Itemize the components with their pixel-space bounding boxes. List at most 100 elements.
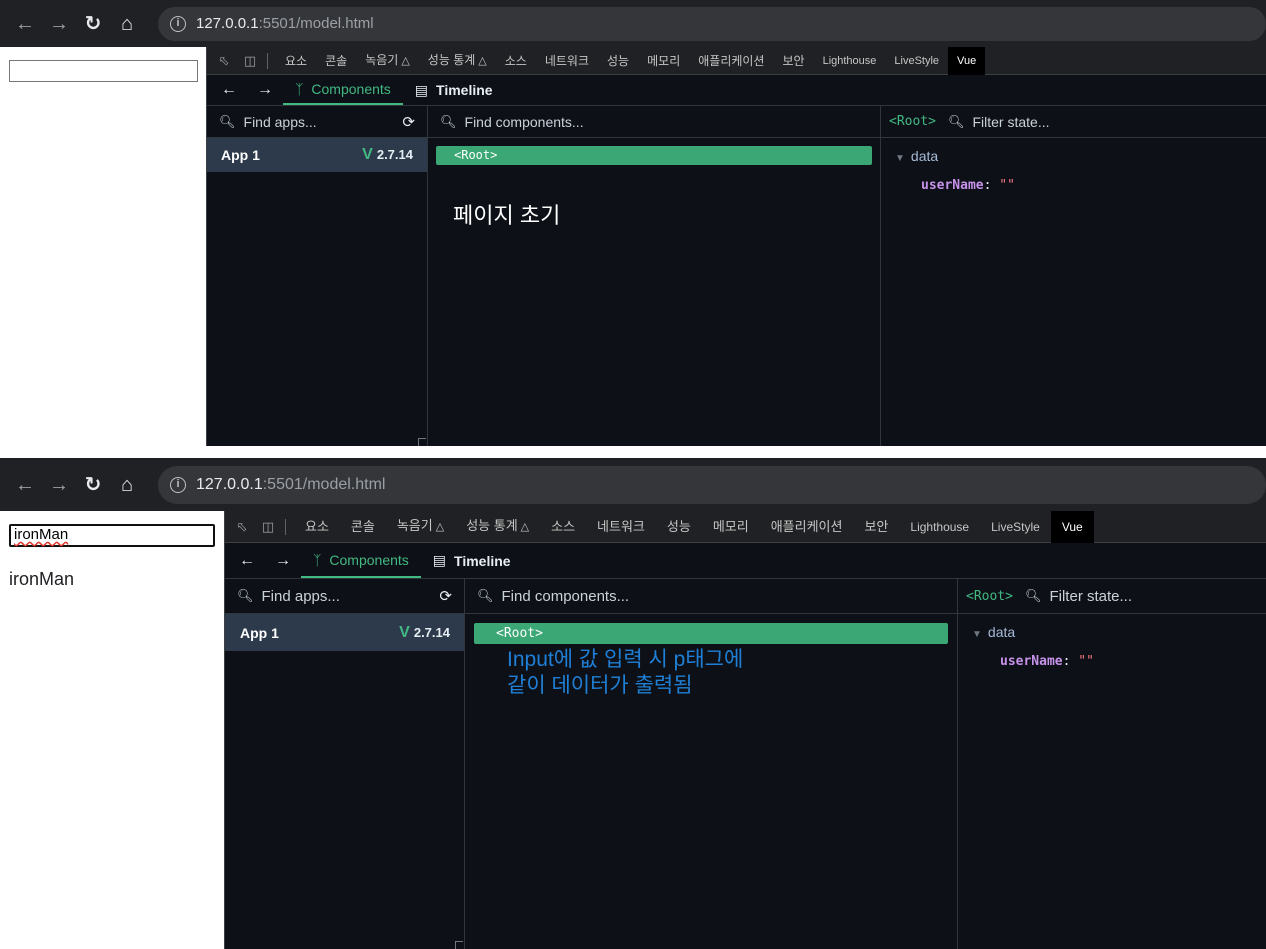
reload-icon[interactable]: ↻ (76, 14, 110, 34)
tab-lighthouse[interactable]: Lighthouse (899, 511, 980, 543)
user-name-input[interactable] (9, 60, 198, 82)
resize-handle[interactable] (418, 438, 426, 446)
home-icon[interactable]: ⌂ (110, 475, 144, 495)
info-icon[interactable]: i (170, 476, 186, 493)
user-name-input[interactable]: ironMan (9, 524, 215, 547)
browser-toolbar: ← → ↻ ⌂ i 127.0.0.1:5501/model.html (0, 0, 1266, 47)
tab-vue[interactable]: Vue (1050, 510, 1094, 543)
tab-memory[interactable]: 메모리 (702, 511, 760, 543)
find-apps-field[interactable]: 🔍︎ Find apps... ⟳ (225, 579, 464, 614)
tab-security[interactable]: 보안 (853, 511, 899, 543)
data-section-header[interactable]: ▼ data (972, 624, 1252, 640)
tab-sources[interactable]: 소스 (540, 511, 586, 543)
tab-recorder-label: 녹음기 (365, 53, 399, 67)
forward-arrow-icon[interactable]: → (247, 81, 283, 99)
vue-tab-components[interactable]: ᛉ Components (283, 75, 403, 105)
flask-icon: △ (520, 521, 530, 533)
tab-sources[interactable]: 소스 (496, 47, 536, 75)
state-pane: <Root> 🔍︎ Filter state... ▼ data userName… (881, 106, 1266, 446)
selected-component-tag: <Root> (966, 588, 1013, 604)
back-arrow-icon[interactable]: ← (229, 552, 265, 570)
root-component-node[interactable]: <Root> (436, 146, 872, 165)
tab-recorder[interactable]: 녹음기 △ (386, 510, 455, 543)
state-prop-row[interactable]: userName: "" (1000, 654, 1252, 669)
find-components-field[interactable]: 🔍︎ Find components... (428, 106, 880, 138)
tab-performance[interactable]: 성능 (598, 47, 638, 75)
find-apps-placeholder: Find apps... (243, 113, 317, 130)
app-version: V 2.7.14 (362, 146, 413, 164)
component-tree-pane: 🔍︎ Find components... <Root> 페이지 초기 (428, 106, 881, 446)
tab-recorder-label: 녹음기 (396, 518, 433, 533)
devtools-tabbar: ⬁ ◫ 요소 콘솔 녹음기 △ 성능 통계 △ 소스 네트워크 성능 메모리 애플리… (207, 46, 1266, 75)
tab-application[interactable]: 애플리케이션 (689, 47, 773, 75)
tab-livestyle[interactable]: LiveStyle (885, 47, 948, 75)
tab-elements[interactable]: 요소 (276, 47, 316, 75)
tab-vue[interactable]: Vue (948, 46, 986, 75)
tab-performance-insights[interactable]: 성능 통계 △ (419, 46, 496, 75)
back-arrow-icon[interactable]: ← (211, 81, 247, 99)
info-icon[interactable]: i (170, 15, 186, 32)
back-arrow-icon[interactable]: ← (8, 14, 42, 34)
tab-network[interactable]: 네트워크 (536, 47, 598, 75)
find-apps-field[interactable]: 🔍︎ Find apps... ⟳ (207, 106, 427, 138)
refresh-icon[interactable]: ⟳ (402, 113, 415, 131)
search-icon: 🔍︎ (477, 588, 494, 603)
find-components-field[interactable]: 🔍︎ Find components... (465, 579, 957, 614)
tab-livestyle[interactable]: LiveStyle (980, 511, 1051, 543)
url-path: :5501/model.html (258, 15, 374, 32)
app-list-item[interactable]: App 1 V 2.7.14 (207, 138, 427, 172)
device-toolbar-icon[interactable]: ◫ (241, 53, 259, 69)
page-content: ironMan ironMan (0, 511, 224, 949)
browser-toolbar: ← → ↻ ⌂ i 127.0.0.1:5501/model.html (0, 458, 1266, 511)
resize-handle[interactable] (455, 941, 463, 949)
tab-memory[interactable]: 메모리 (638, 47, 689, 75)
back-arrow-icon[interactable]: ← (8, 475, 42, 495)
tab-console[interactable]: 콘솔 (316, 47, 356, 75)
tab-performance-insights-label: 성능 통계 (466, 518, 518, 533)
app-list-item[interactable]: App 1 V 2.7.14 (225, 614, 464, 651)
home-icon[interactable]: ⌂ (110, 14, 144, 34)
address-bar[interactable]: i 127.0.0.1:5501/model.html (158, 465, 1266, 504)
reload-icon[interactable]: ↻ (76, 475, 110, 495)
user-name-input-value: ironMan (14, 526, 69, 543)
tab-security[interactable]: 보안 (773, 47, 813, 75)
tab-performance-insights[interactable]: 성능 통계 △ (455, 510, 540, 543)
vue-tab-timeline[interactable]: ▤ Timeline (403, 75, 505, 105)
prop-colon: : (1062, 654, 1071, 669)
refresh-icon[interactable]: ⟳ (439, 587, 452, 605)
tab-network[interactable]: 네트워크 (586, 511, 656, 543)
tab-application[interactable]: 애플리케이션 (760, 511, 854, 543)
timeline-icon: ▤ (432, 552, 447, 568)
app-name: App 1 (240, 624, 279, 641)
state-prop-row[interactable]: userName: "" (921, 178, 1252, 193)
inspect-element-icon[interactable]: ⬁ (233, 519, 251, 535)
tab-console[interactable]: 콘솔 (340, 511, 386, 543)
vue-tab-components-label: Components (311, 81, 391, 97)
forward-arrow-icon[interactable]: → (42, 14, 76, 34)
data-section-header[interactable]: ▼ data (895, 148, 1252, 164)
device-toolbar-icon[interactable]: ◫ (259, 519, 277, 535)
forward-arrow-icon[interactable]: → (265, 552, 301, 570)
caret-down-icon: ▼ (972, 629, 982, 640)
screenshot-after-input: ← → ↻ ⌂ i 127.0.0.1:5501/model.html iron… (0, 458, 1266, 949)
vue-tab-timeline-label: Timeline (436, 82, 493, 98)
filter-state-field[interactable]: <Root> 🔍︎ Filter state... (958, 579, 1266, 614)
vue-logo-icon: V (399, 623, 410, 641)
app-version-text: 2.7.14 (376, 147, 413, 162)
tab-elements[interactable]: 요소 (294, 511, 340, 543)
root-component-node[interactable]: <Root> (474, 623, 948, 644)
data-section-label: data (987, 624, 1016, 640)
vue-tab-timeline[interactable]: ▤ Timeline (421, 543, 523, 578)
url-host: 127.0.0.1 (196, 475, 263, 493)
inspect-element-icon[interactable]: ⬁ (215, 53, 233, 69)
search-icon: 🔍︎ (219, 113, 236, 129)
tab-performance[interactable]: 성능 (656, 511, 702, 543)
tab-recorder[interactable]: 녹음기 △ (356, 46, 419, 75)
find-components-placeholder: Find components... (501, 587, 630, 605)
address-bar[interactable]: i 127.0.0.1:5501/model.html (158, 6, 1266, 41)
tab-lighthouse[interactable]: Lighthouse (814, 47, 886, 75)
selected-component-tag: <Root> (889, 114, 936, 129)
filter-state-field[interactable]: <Root> 🔍︎ Filter state... (881, 106, 1266, 138)
vue-tab-components[interactable]: ᛉ Components (301, 543, 421, 578)
forward-arrow-icon[interactable]: → (42, 475, 76, 495)
